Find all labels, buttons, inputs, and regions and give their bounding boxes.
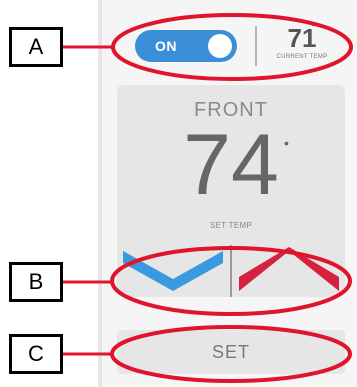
chevron-up-icon (239, 247, 339, 291)
panel-edge (98, 0, 102, 387)
power-toggle-knob[interactable] (208, 34, 232, 58)
power-toggle-label: ON (155, 38, 177, 54)
decrease-temp-button[interactable] (123, 251, 223, 291)
power-toggle[interactable]: ON (135, 30, 237, 62)
set-temp-degree: • (284, 135, 289, 151)
current-temp-value: 71 (287, 23, 317, 53)
current-temp-degree: ° (311, 22, 316, 34)
setpoint-card: FRONT 74 • SET TEMP (117, 85, 345, 297)
current-temp-label: CURRENT TEMP (276, 54, 328, 60)
toggle-divider (255, 26, 257, 66)
callout-label-b: B (9, 262, 63, 302)
chevron-down-icon (123, 251, 223, 291)
set-temp-label: SET TEMP (209, 221, 253, 230)
set-button[interactable]: SET (117, 330, 345, 374)
increase-temp-button[interactable] (239, 247, 339, 291)
callout-label-c: C (9, 334, 63, 374)
callout-label-a: A (9, 27, 63, 67)
set-temp-value: 74 (183, 117, 279, 213)
arrow-divider (230, 245, 232, 297)
thermostat-screenshot: ON 71 ° CURRENT TEMP FRONT 74 • SET TEMP… (0, 0, 357, 387)
